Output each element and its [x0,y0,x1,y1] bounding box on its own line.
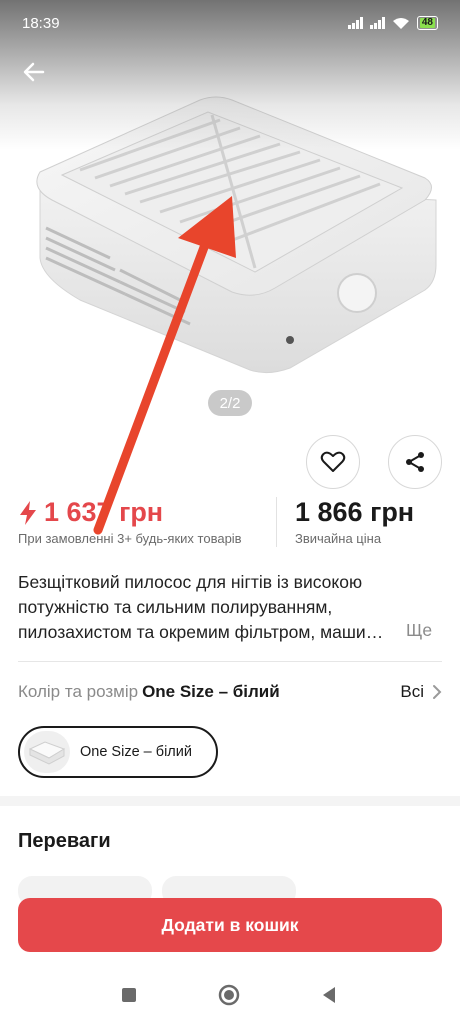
signal-icon [347,17,363,29]
benefits-title: Переваги [18,830,111,852]
variant-value: One Size – білий [142,682,280,701]
description-more-link[interactable]: Ще [402,620,433,641]
status-time: 18:39 [22,14,60,32]
variant-label: Колір та розмір [18,682,139,701]
price-block: 1 637 грн При замовленні 3+ будь-яких то… [0,495,460,555]
share-icon [406,452,424,472]
square-icon [122,988,136,1002]
divider [18,661,442,662]
chevron-right-icon [433,685,442,699]
status-bar: 18:39 48 [0,0,460,46]
variant-thumbnail-image [28,741,66,765]
sale-price: 1 637 грн [18,497,163,528]
triangle-back-icon [323,987,335,1003]
regular-price: 1 866 грн [295,497,415,527]
variant-all-link[interactable]: Всі [400,682,442,702]
product-description: Безщітковий пилосос для нігтів із високо… [18,572,384,642]
battery-icon: 48 [416,16,438,30]
share-button[interactable] [388,435,442,489]
recent-apps-button[interactable] [116,982,142,1008]
wifi-icon [392,17,409,29]
back-button[interactable] [18,56,50,88]
sale-price-value: 1 637 грн [44,497,164,527]
variant-all-label: Всі [400,682,424,701]
favorite-button[interactable] [306,435,360,489]
section-separator [0,796,460,806]
variant-option-chip[interactable]: One Size – білий [18,726,218,778]
sale-price-note: При замовленні 3+ будь-яких товарів [18,531,242,546]
product-image[interactable]: 2/2 [0,0,460,432]
price-divider [276,497,277,547]
variant-row[interactable]: Колір та розмір One Size – білий Всі [18,682,442,706]
home-circle-icon [218,984,240,1006]
regular-price-note: Звичайна ціна [295,531,382,546]
variant-thumbnail [24,731,70,773]
battery-level: 48 [419,17,435,28]
variant-option-label: One Size – білий [80,744,192,760]
back-nav-button[interactable] [316,982,342,1008]
home-button[interactable] [216,982,242,1008]
image-counter: 2/2 [208,390,252,416]
system-nav-bar [0,966,460,1024]
add-to-cart-button[interactable]: Додати в кошик [18,898,442,952]
heart-icon [320,451,346,472]
arrow-left-icon [23,62,45,82]
signal-icon [369,17,385,29]
status-icons: 48 [347,16,438,30]
lightning-icon [20,500,36,525]
